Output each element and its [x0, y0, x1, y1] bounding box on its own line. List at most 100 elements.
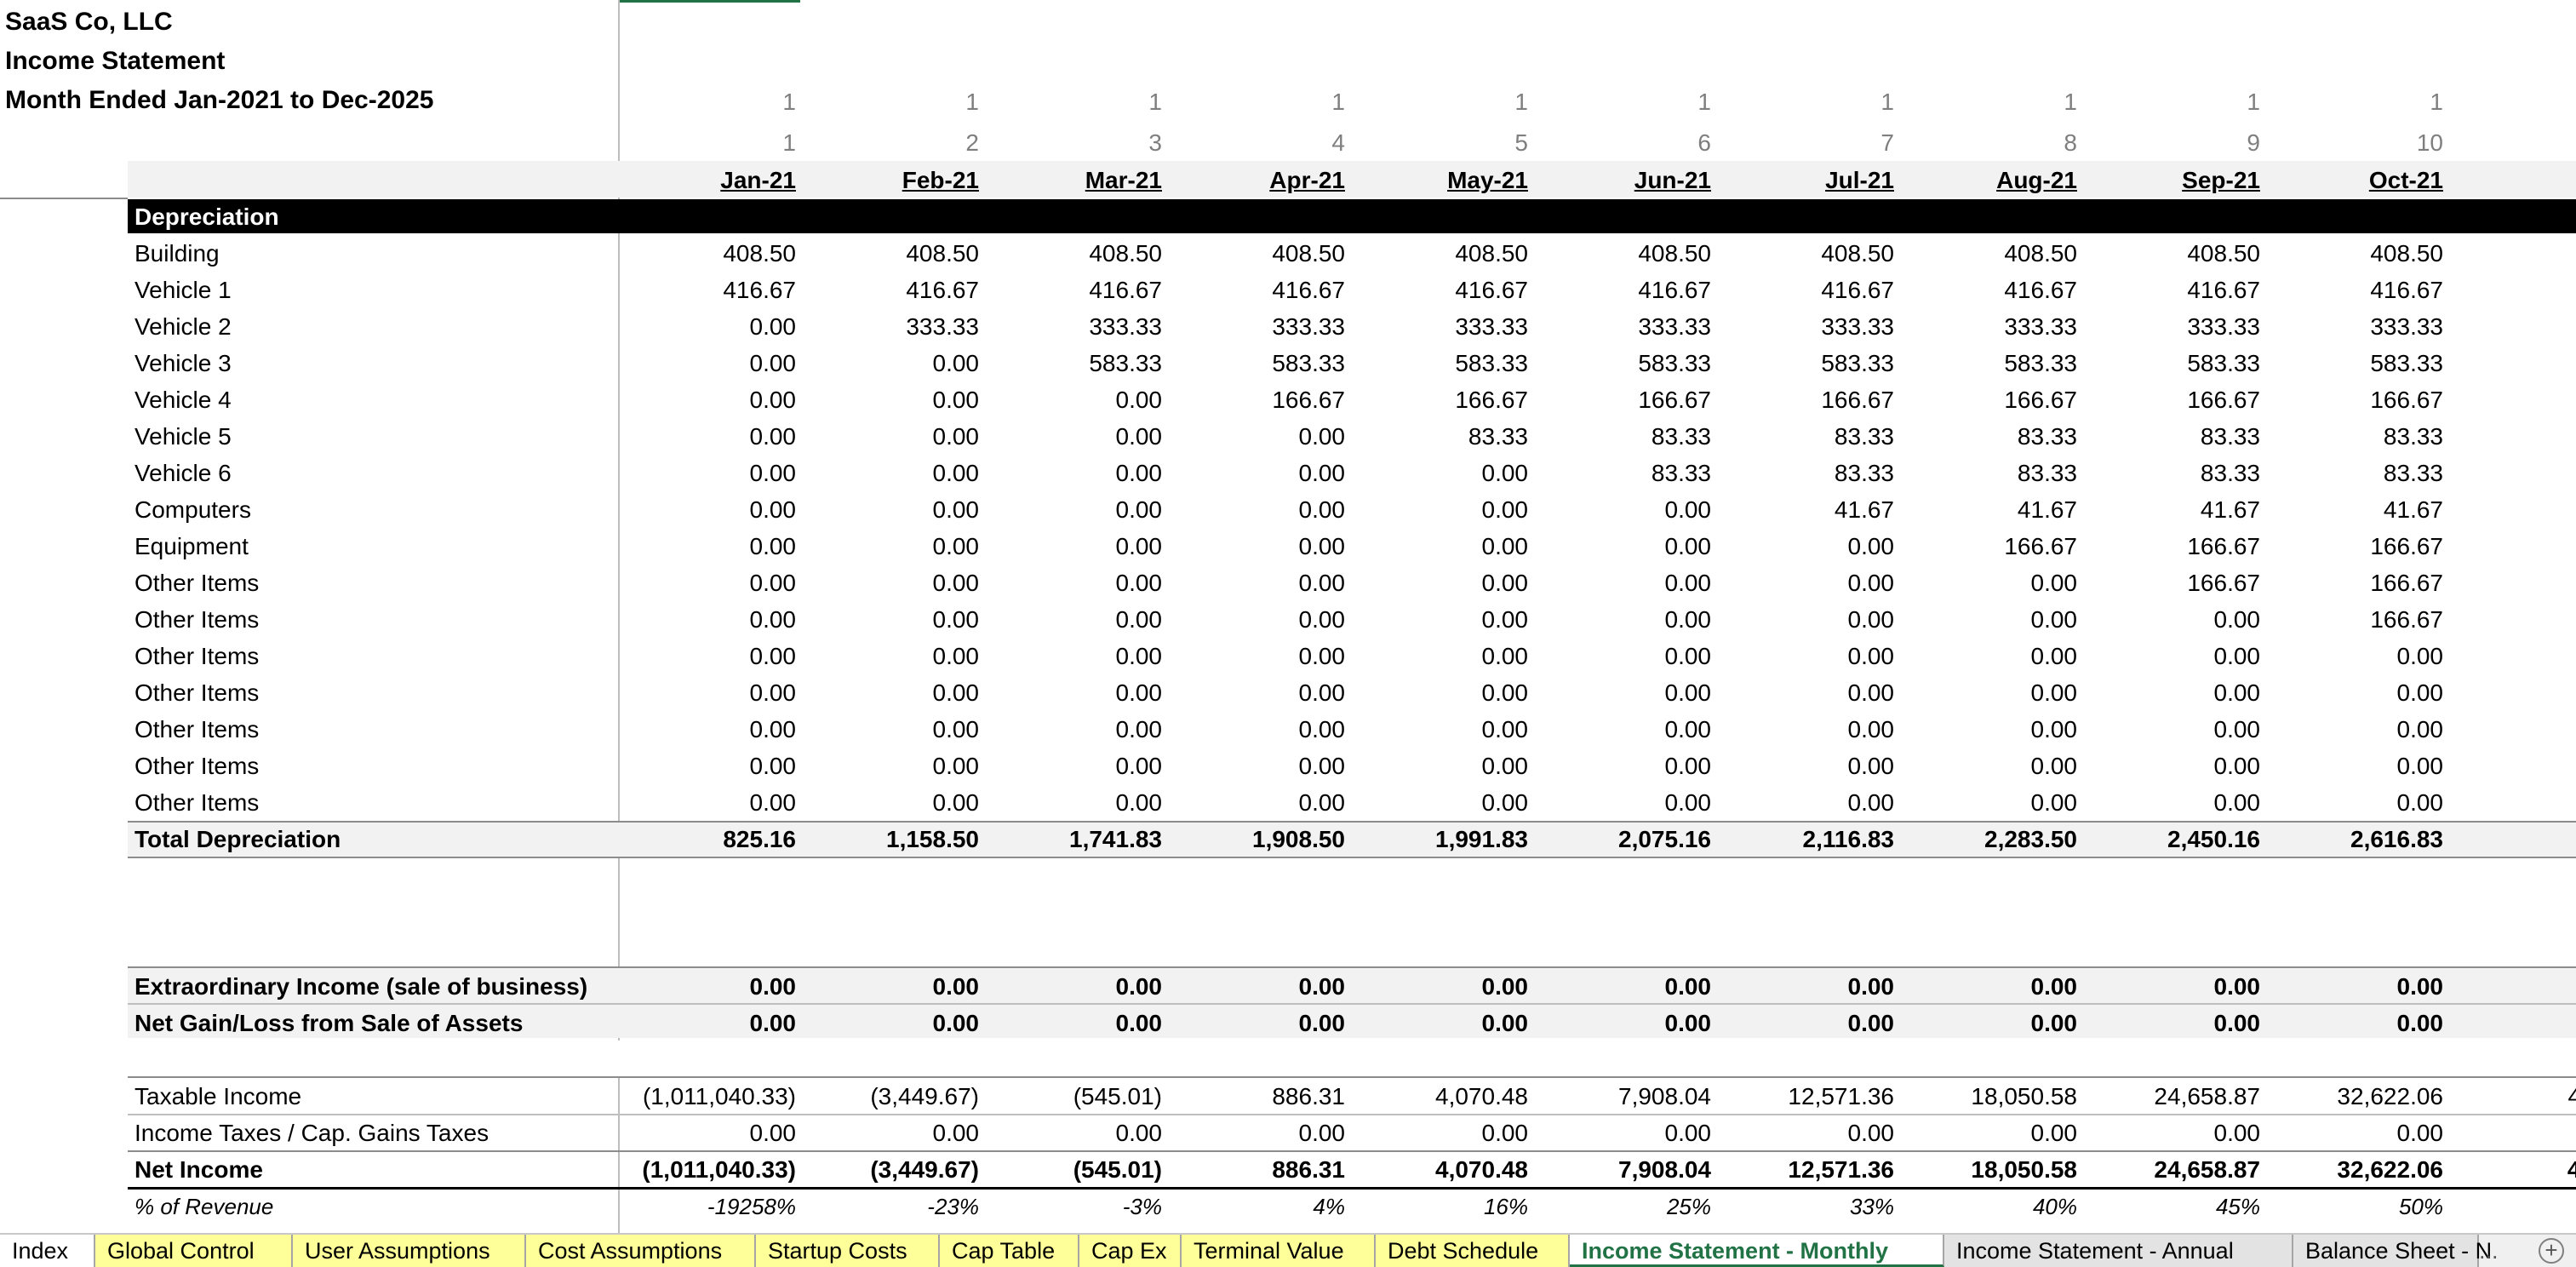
month-header[interactable]: No — [2503, 163, 2576, 198]
depreciation-cell[interactable]: 0.00 — [2222, 638, 2444, 674]
period-title: Month Ended Jan-2021 to Dec-2025 — [5, 86, 434, 114]
sheet-tab[interactable]: Global Control — [95, 1235, 293, 1267]
month-header[interactable]: Feb-21 — [843, 163, 979, 198]
net-income-cell[interactable]: 42,211 — [2418, 1151, 2576, 1188]
depreciation-cell[interactable]: 16 — [2418, 528, 2576, 565]
month-header[interactable]: Oct-21 — [2307, 163, 2443, 198]
row-label: Other Items — [135, 753, 260, 779]
sheet-tab[interactable]: Income Statement - Annual — [1944, 1235, 2293, 1267]
depreciation-cell[interactable]: 166.67 — [2222, 601, 2443, 638]
sheet-tab[interactable]: Terminal Value — [1182, 1235, 1376, 1267]
depreciation-cell[interactable]: 0.00 — [2222, 748, 2444, 784]
sheet-tab[interactable]: Cap Table — [940, 1235, 1079, 1267]
sheet-tab[interactable]: Debt Schedule — [1376, 1235, 1570, 1267]
income-taxes-cell[interactable]: 0 — [2418, 1115, 2576, 1151]
index-row-1-cell: 1 — [2430, 89, 2443, 115]
month-header[interactable]: Apr-21 — [1209, 163, 1345, 198]
depreciation-cell[interactable]: 166.67 — [2222, 565, 2443, 601]
depreciation-cell[interactable]: 0.00 — [2222, 711, 2444, 748]
depreciation-cell[interactable]: 166.67 — [2222, 381, 2443, 418]
depreciation-cell[interactable]: 16 — [2418, 601, 2576, 638]
net-gain-label: Net Gain/Loss from Sale of Assets — [135, 1010, 524, 1036]
month-header[interactable]: May-21 — [1392, 163, 1528, 198]
pct-revenue-cell[interactable]: 50% — [2222, 1189, 2443, 1225]
row-label: Vehicle 6 — [135, 460, 232, 486]
add-sheet-icon[interactable]: + — [2539, 1238, 2564, 1264]
depreciation-cell[interactable]: 16 — [2418, 565, 2576, 601]
net-income-label: Net Income — [135, 1156, 263, 1183]
depreciation-cell[interactable]: 8 — [2418, 418, 2576, 455]
sheet-tab[interactable]: User Assumptions — [293, 1235, 526, 1267]
month-header[interactable]: Jun-21 — [1575, 163, 1711, 198]
index-row-2-cell: 10 — [2416, 129, 2443, 156]
depreciation-cell[interactable]: 83.33 — [2222, 418, 2443, 455]
index-row-2-cell: 9 — [2247, 129, 2260, 156]
row-label: Vehicle 3 — [135, 350, 232, 376]
taxable-income-cell[interactable]: 42,211 — [2418, 1078, 2576, 1115]
section-depreciation-label: Depreciation — [135, 204, 279, 230]
depreciation-cell[interactable]: 416.67 — [2222, 272, 2443, 308]
depreciation-cell[interactable]: 41 — [2418, 272, 2576, 308]
sheet-tab-bar: Index Global Control User Assumptions Cost … — [0, 1233, 2576, 1267]
sheet-tab[interactable]: Balance Sheet - N — [2293, 1235, 2492, 1267]
month-header[interactable]: Mar-21 — [1026, 163, 1162, 198]
depreciation-cell[interactable]: 58 — [2418, 345, 2576, 381]
row-label: Other Items — [135, 716, 260, 742]
depreciation-cell[interactable]: 40 — [2418, 235, 2576, 272]
depreciation-cell[interactable]: 408.50 — [2222, 235, 2443, 272]
sheet-tab[interactable]: Cap Ex — [1079, 1235, 1182, 1267]
taxable-income-cell[interactable]: 32,622.06 — [2222, 1078, 2443, 1115]
spacer-row — [128, 1041, 2576, 1076]
taxable-income-label: Taxable Income — [135, 1083, 302, 1109]
sheet-tab[interactable]: Index — [0, 1235, 95, 1267]
index-row-1-cell: 1 — [2247, 89, 2260, 115]
month-header[interactable]: Jan-21 — [660, 163, 796, 198]
row-label: Other Items — [135, 679, 260, 706]
row-label: Vehicle 1 — [135, 277, 232, 303]
depreciation-cell[interactable]: 0.00 — [2222, 784, 2444, 821]
income-taxes-cell[interactable]: 0.00 — [2222, 1115, 2444, 1151]
selected-cell-indicator — [620, 0, 800, 3]
depreciation-cell[interactable]: 16 — [2418, 638, 2576, 674]
index-row-1-cell: 1 — [965, 89, 979, 115]
index-row-2-cell: 5 — [1514, 129, 1528, 156]
depreciation-cell[interactable]: 8 — [2418, 455, 2576, 491]
sheet-tab[interactable]: Startup Costs — [756, 1235, 940, 1267]
row-label: Vehicle 5 — [135, 423, 232, 450]
depreciation-cell[interactable]: 166.67 — [2222, 528, 2443, 565]
depreciation-cell[interactable]: 83.33 — [2222, 455, 2443, 491]
income-taxes-label: Income Taxes / Cap. Gains Taxes — [135, 1120, 489, 1146]
index-row-2-cell: 8 — [2064, 129, 2077, 156]
net-income-cell[interactable]: 32,622.06 — [2222, 1151, 2443, 1188]
depreciation-cell[interactable]: 4 — [2418, 491, 2576, 528]
index-row-2-cell: 6 — [1697, 129, 1711, 156]
month-header[interactable]: Jul-21 — [1758, 163, 1894, 198]
index-row-2-cell: 3 — [1148, 129, 1162, 156]
net-gain-cell[interactable]: 0.00 — [2222, 1005, 2444, 1041]
sheet-tab[interactable]: Cost Assumptions — [526, 1235, 756, 1267]
statement-title: Income Statement — [5, 47, 226, 75]
depreciation-cell[interactable]: 333.33 — [2222, 308, 2443, 345]
depreciation-cell[interactable]: 16 — [2418, 381, 2576, 418]
section-header-band — [128, 199, 2576, 233]
extraordinary-income-cell[interactable]: 0.00 — [2222, 968, 2444, 1005]
depreciation-cell[interactable]: 41.67 — [2222, 491, 2443, 528]
month-header[interactable]: Aug-21 — [1941, 163, 2077, 198]
index-row-1-cell: 1 — [1697, 89, 1711, 115]
spreadsheet-grid[interactable]: SaaS Co, LLC Income Statement Month Ende… — [0, 0, 2576, 1233]
row-label: Other Items — [135, 606, 260, 633]
total-depreciation-cell[interactable]: 2,616.83 — [2222, 821, 2443, 857]
total-bottom-rule — [128, 857, 2576, 858]
depreciation-cell[interactable]: 33 — [2418, 308, 2576, 345]
month-header[interactable]: Sep-21 — [2124, 163, 2260, 198]
index-row-1-cell: 1 — [2064, 89, 2077, 115]
row-label: Vehicle 2 — [135, 313, 232, 340]
sheet-tab[interactable]: Income Statement - Monthly — [1570, 1235, 1944, 1267]
tab-overflow-indicator[interactable]: ... — [2479, 1235, 2499, 1267]
total-depreciation-cell[interactable]: 2,78 — [2418, 821, 2576, 857]
row-label: Equipment — [135, 533, 249, 559]
depreciation-cell[interactable]: 583.33 — [2222, 345, 2443, 381]
row-label: Building — [135, 240, 220, 267]
depreciation-cell[interactable]: 0.00 — [2222, 674, 2444, 711]
row-label: Vehicle 4 — [135, 387, 232, 413]
